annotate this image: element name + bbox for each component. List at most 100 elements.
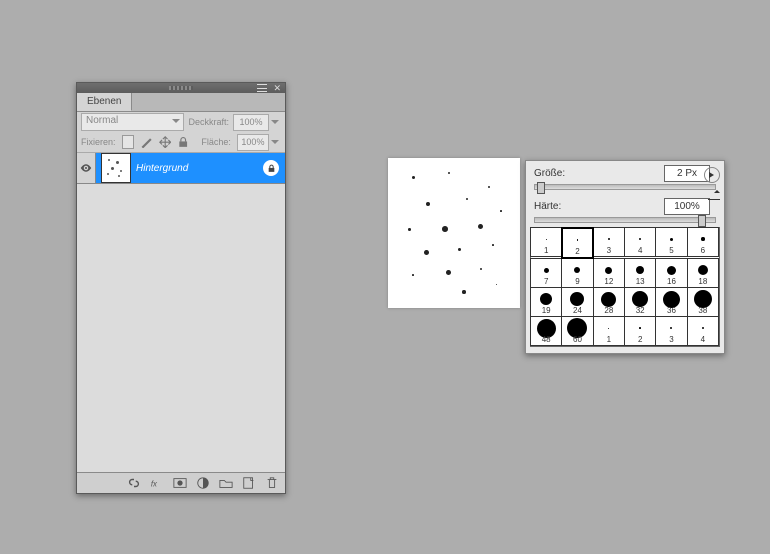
brush-preset-4[interactable]: 4 <box>624 227 656 257</box>
brush-dot-icon <box>608 238 610 240</box>
slider-thumb[interactable] <box>537 182 545 194</box>
panel-tabs: Ebenen <box>77 93 285 112</box>
brush-dot-icon <box>608 328 609 329</box>
brush-preset-1[interactable]: 1 <box>530 227 562 257</box>
brush-preset-size-label: 16 <box>656 277 686 286</box>
adjustment-layer-icon[interactable] <box>196 476 210 490</box>
brush-dot-icon <box>540 293 552 305</box>
opacity-input[interactable]: 100% <box>233 114 269 131</box>
lock-position-icon[interactable] <box>159 135 171 149</box>
brush-preset-32[interactable]: 32 <box>624 287 656 317</box>
brush-dot-icon <box>601 292 616 307</box>
brush-preset-size-label: 28 <box>594 306 624 315</box>
brush-size-slider[interactable] <box>534 184 716 190</box>
brush-flyout-icon[interactable] <box>704 167 720 183</box>
opacity-label: Deckkraft: <box>188 117 229 127</box>
brush-dot-icon <box>702 327 705 330</box>
brush-preset-6[interactable]: 6 <box>687 227 719 257</box>
brush-preset-19[interactable]: 19 <box>530 287 562 317</box>
brush-preset-12[interactable]: 12 <box>593 258 625 288</box>
panel-menu-icon[interactable] <box>257 84 267 92</box>
brush-preset-popup: Größe: 2 Px Härte: 100% 1234567912131618… <box>525 160 725 354</box>
brush-preset-9[interactable]: 9 <box>561 258 593 288</box>
group-icon[interactable] <box>219 476 233 490</box>
layer-lock-icon[interactable] <box>263 160 279 176</box>
canvas-dot <box>466 198 468 200</box>
svg-text:fx: fx <box>151 480 158 489</box>
lock-label: Fixieren: <box>81 137 116 147</box>
brush-dot-icon <box>636 266 644 274</box>
brush-preset-size-label: 60 <box>562 335 592 344</box>
brush-preset-4[interactable]: 4 <box>687 316 719 346</box>
brush-preset-36[interactable]: 36 <box>655 287 687 317</box>
layer-thumbnail <box>102 154 130 182</box>
layer-mask-icon[interactable] <box>173 476 187 490</box>
canvas-dot <box>492 244 494 246</box>
brush-preset-size-label: 38 <box>688 306 718 315</box>
blend-opacity-row: Normal Deckkraft: 100% <box>77 112 285 132</box>
brush-dot-icon <box>546 239 547 240</box>
link-layers-icon[interactable] <box>127 476 141 490</box>
blend-mode-select[interactable]: Normal <box>81 113 184 131</box>
brush-preset-5[interactable]: 5 <box>655 227 687 257</box>
brush-hardness-input[interactable]: 100% <box>664 198 710 215</box>
brush-preset-28[interactable]: 28 <box>593 287 625 317</box>
brush-preset-16[interactable]: 16 <box>655 258 687 288</box>
brush-preset-size-label: 18 <box>688 277 718 286</box>
grip-icon <box>169 86 193 90</box>
layer-fx-icon[interactable]: fx <box>150 476 164 490</box>
canvas-dot <box>426 202 430 206</box>
brush-preset-18[interactable]: 18 <box>687 258 719 288</box>
layer-name[interactable]: Hintergrund <box>136 163 263 174</box>
canvas-dot <box>496 284 497 285</box>
brush-preset-1[interactable]: 1 <box>593 316 625 346</box>
brush-preset-size-label: 12 <box>594 277 624 286</box>
brush-preset-2[interactable]: 2 <box>561 227 593 259</box>
brush-preset-size-label: 2 <box>563 247 591 256</box>
close-icon[interactable]: ✕ <box>273 83 281 93</box>
brush-preset-size-label: 4 <box>625 246 655 255</box>
brush-preset-size-label: 3 <box>656 335 686 344</box>
tab-layers[interactable]: Ebenen <box>77 93 132 111</box>
panel-footer: fx <box>77 472 285 493</box>
canvas-dot <box>488 186 490 188</box>
lock-all-icon[interactable] <box>177 135 189 149</box>
eye-icon <box>80 162 92 174</box>
slider-thumb[interactable] <box>698 215 706 227</box>
layer-row-background[interactable]: Hintergrund <box>77 153 285 184</box>
brush-preset-7[interactable]: 7 <box>530 258 562 288</box>
brush-hardness-slider[interactable] <box>534 217 716 223</box>
brush-dot-icon <box>577 239 579 241</box>
brush-preset-3[interactable]: 3 <box>655 316 687 346</box>
brush-preset-size-label: 5 <box>656 246 686 255</box>
fill-input[interactable]: 100% <box>237 134 269 151</box>
new-layer-icon[interactable] <box>242 476 256 490</box>
canvas-preview <box>388 158 520 308</box>
brush-preset-size-label: 36 <box>656 306 686 315</box>
brush-preset-13[interactable]: 13 <box>624 258 656 288</box>
lock-pixels-icon[interactable] <box>140 135 152 149</box>
panel-titlebar[interactable]: ✕ <box>77 83 285 93</box>
fill-label: Fläche: <box>201 137 231 147</box>
visibility-toggle[interactable] <box>77 153 96 183</box>
brush-preset-48[interactable]: 48 <box>530 316 562 346</box>
brush-preset-size-label: 1 <box>531 246 561 255</box>
brush-preset-60[interactable]: 60 <box>561 316 593 346</box>
brush-preset-size-label: 3 <box>594 246 624 255</box>
layers-panel: ✕ Ebenen Normal Deckkraft: 100% Fixieren… <box>76 82 286 494</box>
brush-preset-24[interactable]: 24 <box>561 287 593 317</box>
brush-dot-icon <box>667 266 676 275</box>
brush-preset-size-label: 19 <box>531 306 561 315</box>
brush-preset-3[interactable]: 3 <box>593 227 625 257</box>
new-preset-icon[interactable] <box>708 189 720 200</box>
lock-transparency-icon[interactable] <box>122 135 135 149</box>
brush-preset-size-label: 32 <box>625 306 655 315</box>
brush-dot-icon <box>670 327 672 329</box>
brush-preset-2[interactable]: 2 <box>624 316 656 346</box>
brush-preset-38[interactable]: 38 <box>687 287 719 317</box>
brush-preset-size-label: 7 <box>531 277 561 286</box>
brush-hardness-label: Härte: <box>534 201 664 212</box>
delete-layer-icon[interactable] <box>265 476 279 490</box>
brush-dot-icon <box>574 267 580 273</box>
canvas-dot <box>424 250 429 255</box>
